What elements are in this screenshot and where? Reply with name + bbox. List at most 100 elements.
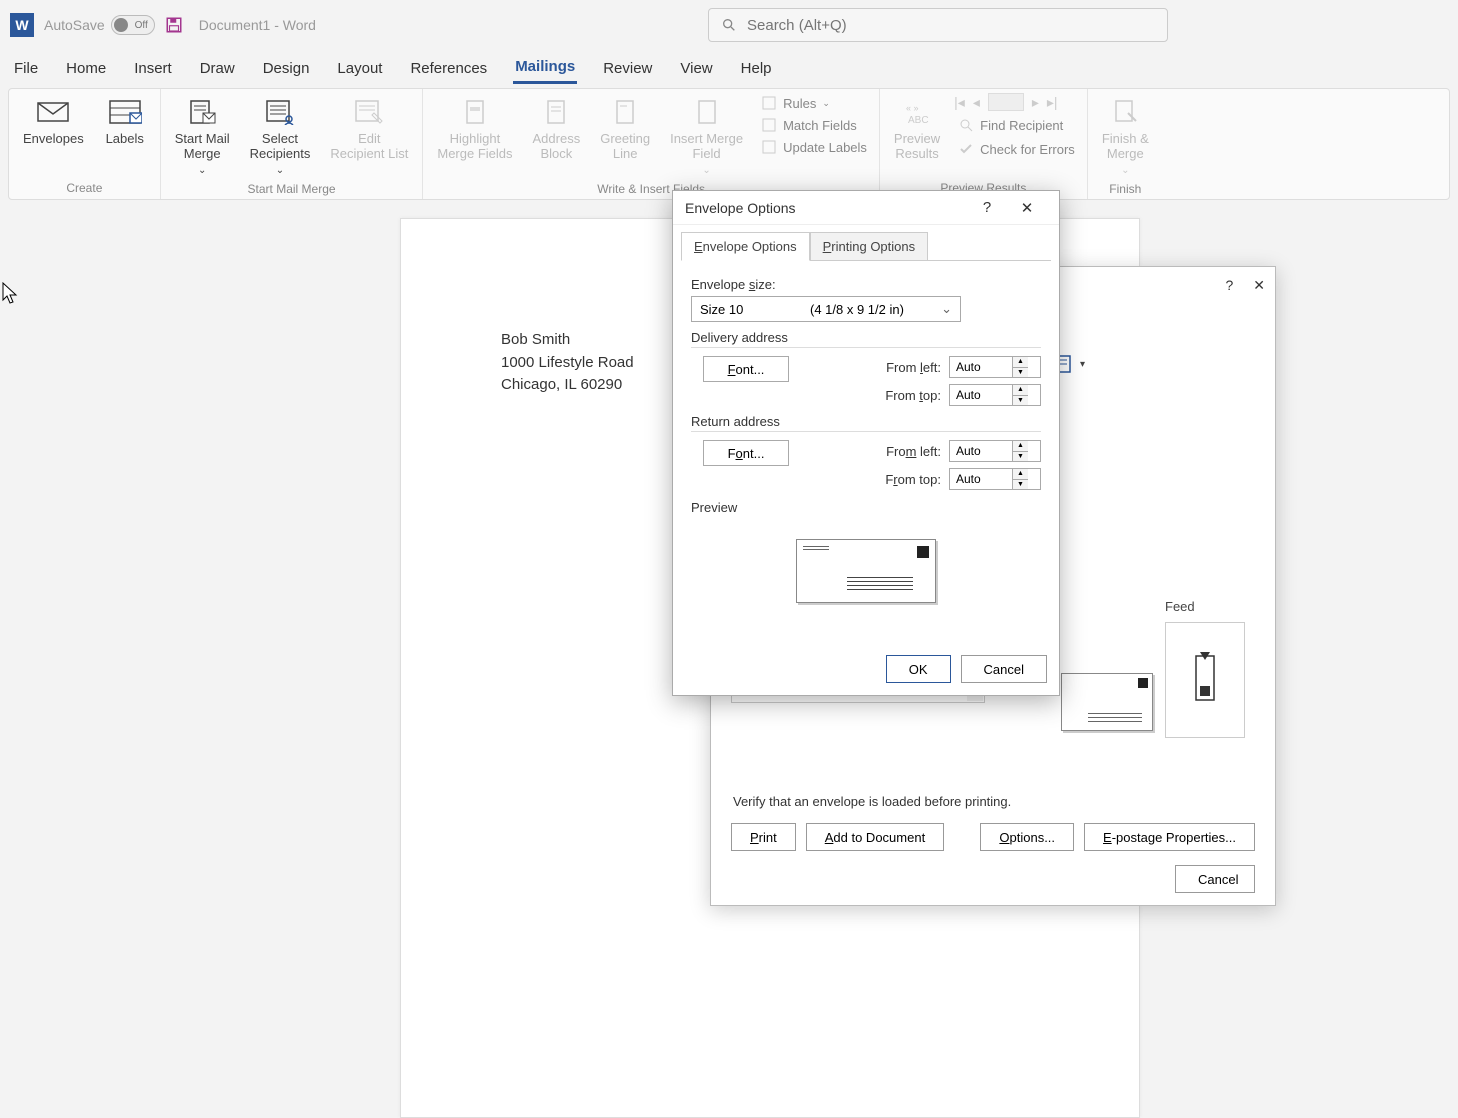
address-block-icon (539, 97, 573, 127)
greeting-line-label: Greeting Line (600, 131, 650, 161)
group-label-start: Start Mail Merge (169, 180, 415, 200)
envelope-preview-thumbnail[interactable] (1061, 673, 1153, 731)
return-from-left-spinner[interactable]: ▲▼ (949, 440, 1041, 462)
ribbon-group-start-mail-merge: Start Mail Merge⌄ Select Recipients⌄ Edi… (161, 89, 424, 199)
autosave-label: AutoSave (44, 17, 105, 33)
preview-results-button: « »ABC Preview Results (888, 93, 946, 165)
return-from-top-spinner[interactable]: ▲▼ (949, 468, 1041, 490)
tab-insert[interactable]: Insert (132, 54, 174, 83)
address-lines-icon (1088, 710, 1142, 722)
tab-printing-options[interactable]: Printing Options (810, 232, 929, 261)
return-from-top-input[interactable] (950, 469, 1012, 489)
dialog-title: Envelope Options (685, 200, 796, 216)
svg-text:ABC: ABC (908, 115, 929, 125)
select-recipients-label: Select Recipients (250, 131, 311, 161)
return-address-preview-icon (803, 546, 829, 552)
envelopes-button[interactable]: Envelopes (17, 93, 90, 150)
tab-envelope-options[interactable]: Envelope Options (681, 232, 810, 261)
search-input[interactable] (747, 17, 1155, 34)
envelope-icon (36, 97, 70, 127)
mouse-cursor-icon (2, 282, 20, 306)
delivery-from-left-spinner[interactable]: ▲▼ (949, 356, 1041, 378)
ok-button[interactable]: OK (886, 655, 951, 683)
check-errors-button: Check for Errors (954, 139, 1079, 159)
spin-down-icon[interactable]: ▼ (1013, 452, 1028, 462)
back-cancel-button[interactable]: Cancel (1175, 865, 1255, 893)
stamp-icon (917, 546, 929, 558)
ribbon-group-finish: Finish & Merge⌄ Finish (1088, 89, 1163, 199)
spin-down-icon[interactable]: ▼ (1013, 480, 1028, 490)
tab-layout[interactable]: Layout (335, 54, 384, 83)
delivery-address-preview-icon (847, 574, 913, 590)
spin-down-icon[interactable]: ▼ (1013, 368, 1028, 378)
delivery-from-left-input[interactable] (950, 357, 1012, 377)
address-block-button: Address Block (527, 93, 587, 165)
finish-merge-button: Finish & Merge⌄ (1096, 93, 1155, 180)
tab-review[interactable]: Review (601, 54, 654, 83)
return-font-button[interactable]: Font... (703, 440, 789, 466)
select-recipients-button[interactable]: Select Recipients⌄ (244, 93, 317, 180)
autosave-toggle[interactable]: Off (111, 15, 155, 35)
dialog-help-button[interactable]: ? (967, 199, 1007, 216)
envelopes-label: Envelopes (23, 131, 84, 146)
delivery-from-top-input[interactable] (950, 385, 1012, 405)
address-block-label: Address Block (533, 131, 581, 161)
ribbon: Envelopes Labels Create Start Mail Merge… (8, 88, 1450, 200)
tab-draw[interactable]: Draw (198, 54, 237, 83)
epostage-properties-button[interactable]: E-postage Properties... (1084, 823, 1255, 851)
search-box[interactable] (708, 8, 1168, 42)
cancel-button[interactable]: Cancel (961, 655, 1047, 683)
edit-recipient-list-label: Edit Recipient List (330, 131, 408, 161)
labels-icon (108, 97, 142, 127)
delivery-font-button[interactable]: Font... (703, 356, 789, 382)
rules-icon (761, 95, 777, 111)
start-mail-merge-button[interactable]: Start Mail Merge⌄ (169, 93, 236, 180)
rules-button: Rules ⌄ (757, 93, 871, 113)
recipients-icon (263, 97, 297, 127)
spin-up-icon[interactable]: ▲ (1013, 469, 1028, 480)
tab-design[interactable]: Design (261, 54, 312, 83)
highlight-merge-fields-button: Highlight Merge Fields (431, 93, 518, 165)
update-labels-button: Update Labels (757, 137, 871, 157)
envelope-size-select[interactable]: Size 10 (4 1/8 x 9 1/2 in) ⌄ (691, 296, 961, 322)
greeting-line-button: Greeting Line (594, 93, 656, 165)
update-labels-icon (761, 139, 777, 155)
tab-references[interactable]: References (408, 54, 489, 83)
ribbon-group-create: Envelopes Labels Create (9, 89, 161, 199)
spin-up-icon[interactable]: ▲ (1013, 385, 1028, 396)
autosave-control[interactable]: AutoSave Off (44, 15, 155, 35)
options-button[interactable]: Options... (980, 823, 1074, 851)
preview-results-label: Preview Results (894, 131, 940, 161)
save-icon[interactable] (165, 16, 183, 34)
spin-down-icon[interactable]: ▼ (1013, 396, 1028, 406)
find-icon (958, 117, 974, 133)
tab-view[interactable]: View (678, 54, 714, 83)
spin-up-icon[interactable]: ▲ (1013, 441, 1028, 452)
feed-label: Feed (1165, 599, 1255, 614)
verify-text: Verify that an envelope is loaded before… (733, 794, 1011, 809)
return-from-left-input[interactable] (950, 441, 1012, 461)
labels-button[interactable]: Labels (98, 93, 152, 150)
chevron-down-icon: ▾ (1080, 359, 1085, 370)
rules-label: Rules (783, 96, 816, 111)
dialog-close-button[interactable]: ✕ (1007, 199, 1047, 217)
tab-home[interactable]: Home (64, 54, 108, 83)
highlight-label: Highlight Merge Fields (437, 131, 512, 161)
return-from-top-label: From top: (885, 472, 941, 487)
print-button[interactable]: Print (731, 823, 796, 851)
tab-mailings[interactable]: Mailings (513, 52, 577, 84)
delivery-from-top-spinner[interactable]: ▲▼ (949, 384, 1041, 406)
tab-help[interactable]: Help (739, 54, 774, 83)
record-number-input (988, 93, 1024, 111)
last-record-icon: ▸| (1047, 94, 1058, 111)
back-dialog-help-button[interactable]: ? (1225, 277, 1233, 293)
tab-file[interactable]: File (12, 54, 40, 83)
envelope-options-dialog: Envelope Options ? ✕ Envelope Options Pr… (672, 190, 1060, 696)
check-errors-label: Check for Errors (980, 142, 1075, 157)
back-dialog-close-button[interactable]: ✕ (1253, 277, 1265, 294)
add-to-document-button[interactable]: Add to Document (806, 823, 944, 851)
feed-orientation-button[interactable] (1165, 622, 1245, 738)
spin-up-icon[interactable]: ▲ (1013, 357, 1028, 368)
match-fields-button: Match Fields (757, 115, 871, 135)
chevron-down-icon: ⌄ (941, 301, 952, 317)
